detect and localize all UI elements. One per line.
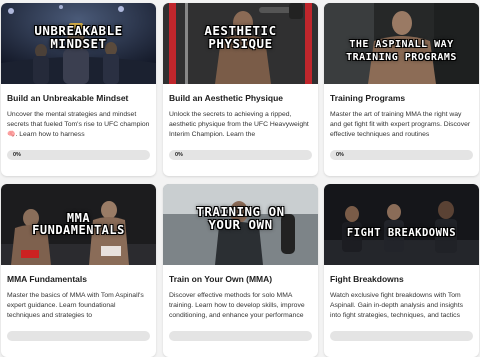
course-description: Master the art of training MMA the right… bbox=[330, 111, 471, 138]
course-card-mma-fundamentals[interactable]: MMA FUNDAMENTALS MMA Fundamentals Master… bbox=[1, 184, 156, 357]
course-description: Discover effective methods for solo MMA … bbox=[169, 292, 305, 319]
thumbnail-overlay-text: THE ASPINALL WAY TRAINING PROGRAMS bbox=[324, 40, 479, 63]
overlay-line: YOUR OWN bbox=[208, 216, 273, 232]
course-thumbnail[interactable]: AESTHETIC PHYSIQUE bbox=[163, 3, 318, 84]
progress-label: 0% bbox=[336, 152, 344, 158]
analysts-desk-image bbox=[324, 184, 479, 265]
thumbnail-overlay-text: MMA FUNDAMENTALS bbox=[1, 212, 156, 236]
overlay-line: FUNDAMENTALS bbox=[32, 223, 125, 237]
progress-bar: 0% bbox=[330, 150, 473, 160]
course-title[interactable]: Build an Unbreakable Mindset bbox=[7, 93, 150, 103]
progress-bar: 0% bbox=[7, 150, 150, 160]
course-description: Unlock the secrets to achieving a ripped… bbox=[169, 111, 309, 138]
course-thumbnail[interactable]: UNBREAKABLE MINDSET bbox=[1, 3, 156, 84]
overlay-line: MINDSET bbox=[50, 35, 107, 51]
course-title[interactable]: Build an Aesthetic Physique bbox=[169, 93, 312, 103]
thumbnail-overlay-text: UNBREAKABLE MINDSET bbox=[1, 24, 156, 51]
course-description: Watch exclusive fight breakdowns with To… bbox=[330, 292, 463, 319]
course-grid: UNBREAKABLE MINDSET Build an Unbreakable… bbox=[0, 0, 480, 357]
progress-label: 0% bbox=[175, 152, 183, 158]
progress-bar: 0% bbox=[169, 150, 312, 160]
course-card-training-programs[interactable]: THE ASPINALL WAY TRAINING PROGRAMS Train… bbox=[324, 3, 479, 176]
thumbnail-overlay-text: AESTHETIC PHYSIQUE bbox=[163, 24, 318, 51]
progress-bar bbox=[169, 331, 312, 341]
course-description: Master the basics of MMA with Tom Aspina… bbox=[7, 292, 144, 319]
course-card-train-on-your-own[interactable]: TRAINING ON YOUR OWN Train on Your Own (… bbox=[163, 184, 318, 357]
course-thumbnail[interactable]: FIGHT BREAKDOWNS bbox=[324, 184, 479, 265]
course-thumbnail[interactable]: TRAINING ON YOUR OWN bbox=[163, 184, 318, 265]
course-title[interactable]: Training Programs bbox=[330, 93, 473, 103]
course-card-aesthetic-physique[interactable]: AESTHETIC PHYSIQUE Build an Aesthetic Ph… bbox=[163, 3, 318, 176]
progress-label: 0% bbox=[13, 152, 21, 158]
overlay-line: FIGHT BREAKDOWNS bbox=[346, 227, 457, 239]
course-title[interactable]: Train on Your Own (MMA) bbox=[169, 274, 312, 284]
course-thumbnail[interactable]: MMA FUNDAMENTALS bbox=[1, 184, 156, 265]
overlay-line: TRAINING PROGRAMS bbox=[346, 52, 457, 63]
course-thumbnail[interactable]: THE ASPINALL WAY TRAINING PROGRAMS bbox=[324, 3, 479, 84]
overlay-line: THE ASPINALL WAY bbox=[349, 39, 454, 50]
course-title[interactable]: Fight Breakdowns bbox=[330, 274, 473, 284]
course-card-unbreakable-mindset[interactable]: UNBREAKABLE MINDSET Build an Unbreakable… bbox=[1, 3, 156, 176]
course-description: Uncover the mental strategies and mindse… bbox=[7, 111, 150, 138]
course-title[interactable]: MMA Fundamentals bbox=[7, 274, 150, 284]
thumbnail-overlay-text: FIGHT BREAKDOWNS bbox=[324, 228, 479, 239]
course-card-fight-breakdowns[interactable]: FIGHT BREAKDOWNS Fight Breakdowns Watch … bbox=[324, 184, 479, 357]
thumbnail-overlay-text: TRAINING ON YOUR OWN bbox=[163, 205, 318, 232]
progress-bar bbox=[7, 331, 150, 341]
overlay-line: PHYSIQUE bbox=[208, 35, 273, 51]
progress-bar bbox=[330, 331, 473, 341]
